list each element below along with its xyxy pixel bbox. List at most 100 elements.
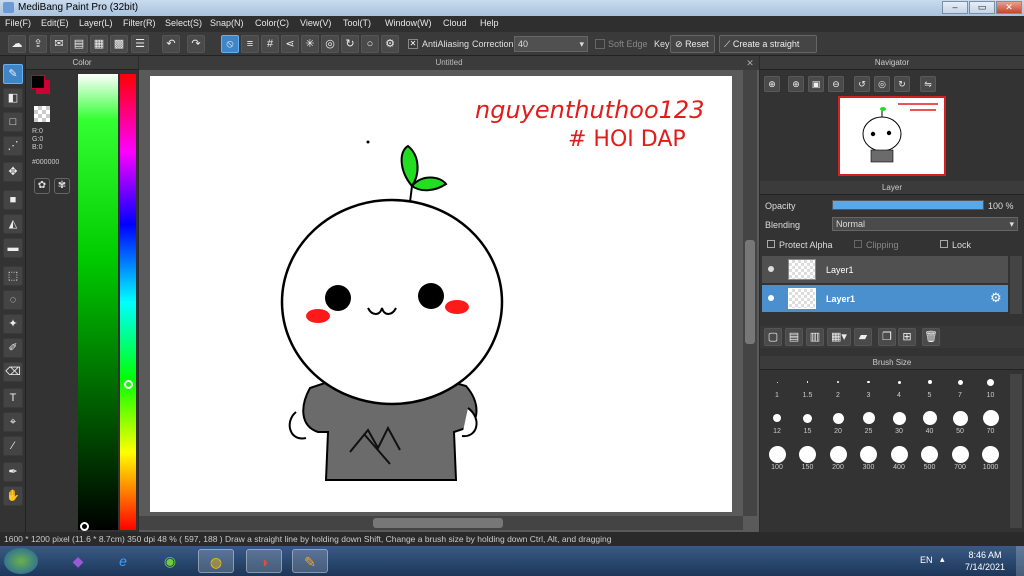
add-layer-menu-icon[interactable]: ▦▾: [827, 328, 851, 346]
coccoc-browser-icon[interactable]: ◉: [152, 549, 188, 573]
layer-row[interactable]: Layer1 ⚙: [762, 285, 1008, 313]
medibang-icon[interactable]: ◑: [246, 549, 282, 573]
protect-alpha-checkbox[interactable]: [767, 240, 775, 248]
new-8bit-layer-icon[interactable]: ▥: [806, 328, 824, 346]
menu-filter[interactable]: Filter(R): [123, 18, 156, 28]
clipping-checkbox[interactable]: [854, 240, 862, 248]
transparent-swatch[interactable]: [34, 106, 50, 122]
horizontal-scrollbar[interactable]: [139, 516, 743, 530]
eyedropper-tool-icon[interactable]: ⁄: [3, 436, 23, 456]
document-icon[interactable]: ▦: [90, 35, 108, 53]
merge-layer-icon[interactable]: ⊞: [898, 328, 916, 346]
brush-size-option[interactable]: 40: [915, 408, 945, 438]
eraser-tool-icon[interactable]: ◧: [3, 88, 23, 108]
menu-view[interactable]: View(V): [300, 18, 331, 28]
divide-tool-icon[interactable]: ⌖: [3, 412, 23, 432]
clock[interactable]: 8:46 AM 7/14/2021: [958, 549, 1012, 573]
rotate-left-icon[interactable]: ↺: [854, 76, 870, 92]
brush-size-option[interactable]: 15: [793, 408, 823, 438]
reset-button[interactable]: ⊘ Reset: [670, 35, 715, 53]
duplicate-layer-icon[interactable]: ❐: [878, 328, 896, 346]
parallel-snap-icon[interactable]: ≡: [241, 35, 259, 53]
delete-layer-icon[interactable]: 🗑: [922, 328, 940, 346]
navigator-preview[interactable]: [838, 96, 946, 176]
new-layer-icon[interactable]: ▢: [764, 328, 782, 346]
brush-size-option[interactable]: 50: [945, 408, 975, 438]
magic-wand-tool-icon[interactable]: ✦: [3, 314, 23, 334]
create-straight-line-button[interactable]: ⟋ Create a straight line: [719, 35, 817, 65]
brush-size-option[interactable]: 2: [823, 372, 853, 402]
dot-tool-icon[interactable]: ⋰: [3, 136, 23, 156]
folder-icon[interactable]: ▰: [854, 328, 872, 346]
soft-edge-checkbox[interactable]: [595, 39, 605, 49]
hue-slider-handle[interactable]: [124, 380, 133, 389]
hue-slider[interactable]: [120, 74, 136, 530]
grid-doc-icon[interactable]: ▩: [110, 35, 128, 53]
menu-snap[interactable]: Snap(N): [210, 18, 244, 28]
reset-rotation-icon[interactable]: ◎: [874, 76, 890, 92]
fit-screen-icon[interactable]: ▣: [808, 76, 824, 92]
share-icon[interactable]: ⇪: [29, 35, 47, 53]
color-history-icon[interactable]: ✾: [54, 178, 70, 194]
menu-layer[interactable]: Layer(L): [79, 18, 113, 28]
color-picker-handle[interactable]: [80, 522, 89, 531]
chrome-icon[interactable]: ◍: [198, 549, 234, 573]
brush-size-option[interactable]: 25: [854, 408, 884, 438]
snap-off-icon[interactable]: ⦸: [221, 35, 239, 53]
maximize-button[interactable]: ▭: [969, 1, 995, 14]
close-icon[interactable]: ✕: [743, 56, 757, 70]
lasso-tool-icon[interactable]: ◌: [3, 290, 23, 310]
brush-size-option[interactable]: 20: [823, 408, 853, 438]
brush-size-option[interactable]: 300: [854, 444, 884, 474]
visibility-icon[interactable]: [768, 266, 774, 272]
list-icon[interactable]: ☰: [131, 35, 149, 53]
brush-size-option[interactable]: 30: [884, 408, 914, 438]
antialiasing-checkbox[interactable]: ✕: [408, 39, 418, 49]
tray-chevron-icon[interactable]: ▴: [940, 554, 945, 565]
brush-tool-icon[interactable]: ✎: [3, 64, 23, 84]
brush-size-option[interactable]: 700: [945, 444, 975, 474]
lock-checkbox[interactable]: [940, 240, 948, 248]
circle-snap-icon[interactable]: ○: [361, 35, 379, 53]
grid-snap-icon[interactable]: #: [261, 35, 279, 53]
menu-select[interactable]: Select(S): [165, 18, 202, 28]
curve-snap-icon[interactable]: ↻: [341, 35, 359, 53]
brush-size-option[interactable]: 400: [884, 444, 914, 474]
brush-size-option[interactable]: 1: [762, 372, 792, 402]
menu-cloud[interactable]: Cloud: [443, 18, 467, 28]
new-halftone-layer-icon[interactable]: ▤: [785, 328, 803, 346]
pen-eyedropper-tool-icon[interactable]: ✒: [3, 462, 23, 482]
undo-icon[interactable]: ↶: [162, 35, 180, 53]
brush-size-option[interactable]: 70: [976, 408, 1006, 438]
close-button[interactable]: ✕: [996, 1, 1022, 14]
zoom-in-icon[interactable]: ⊕: [764, 76, 780, 92]
brush-size-option[interactable]: 1000: [976, 444, 1006, 474]
brush-size-option[interactable]: 500: [915, 444, 945, 474]
select-eraser-tool-icon[interactable]: ⌫: [3, 362, 23, 382]
language-indicator[interactable]: EN: [920, 555, 933, 565]
rotate-right-icon[interactable]: ↻: [894, 76, 910, 92]
drawing-canvas[interactable]: nguyenthuthoo123 # HOI DAP: [150, 76, 732, 512]
brush-size-option[interactable]: 4: [884, 372, 914, 402]
visual-studio-icon[interactable]: ◆: [60, 549, 96, 573]
brush-size-option[interactable]: 3: [854, 372, 884, 402]
menu-tool[interactable]: Tool(T): [343, 18, 371, 28]
brush-size-option[interactable]: 10: [976, 372, 1006, 402]
layer-row[interactable]: Layer1: [762, 256, 1008, 284]
brush-size-option[interactable]: 7: [945, 372, 975, 402]
brush-size-option[interactable]: 12: [762, 408, 792, 438]
internet-explorer-icon[interactable]: e: [105, 549, 141, 573]
gradient-tool-icon[interactable]: ▬: [3, 238, 23, 258]
hand-tool-icon[interactable]: ✋: [3, 486, 23, 506]
blending-select[interactable]: Normal ▾: [832, 217, 1018, 231]
zoom-out-icon[interactable]: ⊖: [828, 76, 844, 92]
brush-size-option[interactable]: 5: [915, 372, 945, 402]
zoom-actual-icon[interactable]: ⊕: [788, 76, 804, 92]
cloud-icon[interactable]: ☁: [8, 35, 26, 53]
fill-rect-tool-icon[interactable]: ■: [3, 190, 23, 210]
bucket-tool-icon[interactable]: ◭: [3, 214, 23, 234]
gear-icon[interactable]: ⚙: [990, 290, 1002, 306]
brush-size-scrollbar[interactable]: [1010, 374, 1022, 528]
menu-window[interactable]: Window(W): [385, 18, 432, 28]
menu-edit[interactable]: Edit(E): [41, 18, 69, 28]
